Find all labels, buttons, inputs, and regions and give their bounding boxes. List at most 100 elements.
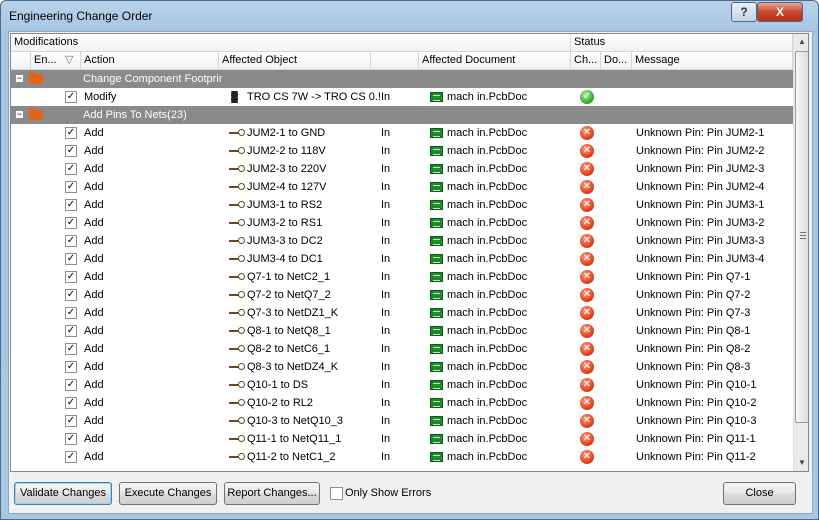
pcb-document-icon xyxy=(430,128,443,138)
only-show-errors-label[interactable]: Only Show Errors xyxy=(345,487,431,499)
message-cell: Unknown Pin: Pin JUM3-3 xyxy=(636,235,765,247)
enable-checkbox[interactable]: ✓ xyxy=(65,163,77,175)
message-cell: Unknown Pin: Pin Q7-2 xyxy=(636,289,751,301)
pin-icon xyxy=(229,345,245,352)
error-icon: ✕ xyxy=(580,270,594,284)
change-row[interactable]: ✓ Add JUM3-3 to DC2 In mach in.PcbDoc ✕ Unknow… xyxy=(11,232,793,250)
change-row[interactable]: ✓ Add JUM2-2 to 118V In mach in.PcbDoc ✕ Unkno… xyxy=(11,142,793,160)
header-done[interactable]: Do... xyxy=(601,52,632,70)
change-row[interactable]: ✓ Add Q10-1 to DS In mach in.PcbDoc ✕ Unknown … xyxy=(11,376,793,394)
affected-object-cell: Q7-2 to NetQ7_2 xyxy=(247,289,331,301)
change-row[interactable]: ✓ Add Q8-2 to NetC6_1 In mach in.PcbDoc ✕ Unkn… xyxy=(11,340,793,358)
enable-checkbox[interactable]: ✓ xyxy=(65,289,77,301)
group-row[interactable]: − Change Component Footprir xyxy=(11,70,793,88)
direction-cell: In xyxy=(381,379,391,391)
message-cell: Unknown Pin: Pin JUM3-4 xyxy=(636,253,765,265)
change-row[interactable]: ✓ Add Q7-2 to NetQ7_2 In mach in.PcbDoc ✕ Unkn… xyxy=(11,286,793,304)
enable-checkbox[interactable]: ✓ xyxy=(65,397,77,409)
change-row[interactable]: ✓ Add JUM2-3 to 220V In mach in.PcbDoc ✕ Unkno… xyxy=(11,160,793,178)
enable-checkbox[interactable]: ✓ xyxy=(65,325,77,337)
change-row[interactable]: ✓ Add JUM2-1 to GND In mach in.PcbDoc ✕ Unknow… xyxy=(11,124,793,142)
change-row[interactable]: ✓ Add Q11-1 to NetQ11_1 In mach in.PcbDoc ✕ Un… xyxy=(11,430,793,448)
scroll-up-arrow-icon[interactable]: ▲ xyxy=(794,34,808,50)
enable-checkbox[interactable]: ✓ xyxy=(65,145,77,157)
scroll-down-arrow-icon[interactable]: ▼ xyxy=(794,455,808,471)
affected-document-cell: mach in.PcbDoc xyxy=(447,145,528,157)
action-cell: Add xyxy=(84,145,104,157)
scroll-thumb[interactable] xyxy=(795,51,808,423)
title-bar[interactable]: Engineering Change Order ? X xyxy=(1,1,818,31)
change-row[interactable]: ✓ Modify TRO CS 7W -> TRO CS 0.! In mach in.… xyxy=(11,88,793,106)
enable-checkbox[interactable]: ✓ xyxy=(65,199,77,211)
enable-checkbox[interactable]: ✓ xyxy=(65,415,77,427)
change-row[interactable]: ✓ Add JUM3-2 to RS1 In mach in.PcbDoc ✕ Unknow… xyxy=(11,214,793,232)
change-row[interactable]: ✓ Add Q7-3 to NetDZ1_K In mach in.PcbDoc ✕ Unk… xyxy=(11,304,793,322)
header-action[interactable]: Action xyxy=(81,52,219,70)
action-cell: Add xyxy=(84,271,104,283)
enable-checkbox[interactable]: ✓ xyxy=(65,235,77,247)
enable-checkbox[interactable]: ✓ xyxy=(65,343,77,355)
change-row[interactable]: ✓ Add Q10-3 to NetQ10_3 In mach in.PcbDoc ✕ Un… xyxy=(11,412,793,430)
validate-changes-button[interactable]: Validate Changes xyxy=(14,482,112,505)
pin-icon xyxy=(229,219,245,226)
execute-changes-button[interactable]: Execute Changes xyxy=(119,482,217,505)
change-row[interactable]: ✓ Add Q10-2 to RL2 In mach in.PcbDoc ✕ Unknown… xyxy=(11,394,793,412)
pin-icon xyxy=(229,129,245,136)
pin-icon xyxy=(229,399,245,406)
enable-checkbox[interactable]: ✓ xyxy=(65,181,77,193)
change-row[interactable]: ✓ Add Q8-3 to NetDZ4_K In mach in.PcbDoc ✕ Unk… xyxy=(11,358,793,376)
enable-checkbox[interactable]: ✓ xyxy=(65,91,77,103)
direction-cell: In xyxy=(381,163,391,175)
affected-document-cell: mach in.PcbDoc xyxy=(447,91,528,103)
affected-object-cell: JUM3-1 to RS2 xyxy=(247,199,323,211)
action-cell: Add xyxy=(84,235,104,247)
enable-checkbox[interactable]: ✓ xyxy=(65,451,77,463)
change-row[interactable]: ✓ Add Q7-1 to NetC2_1 In mach in.PcbDoc ✕ Unkn… xyxy=(11,268,793,286)
window-close-button[interactable]: X xyxy=(757,2,803,22)
action-cell: Add xyxy=(84,433,104,445)
component-icon xyxy=(231,91,238,103)
direction-cell: In xyxy=(381,235,391,247)
enable-checkbox[interactable]: ✓ xyxy=(65,127,77,139)
collapse-toggle-icon[interactable]: − xyxy=(15,74,24,83)
change-row[interactable]: ✓ Add JUM3-1 to RS2 In mach in.PcbDoc ✕ Unknow… xyxy=(11,196,793,214)
close-button[interactable]: Close xyxy=(723,482,796,505)
filter-icon[interactable]: ▽ xyxy=(65,52,73,69)
affected-object-cell: Q7-3 to NetDZ1_K xyxy=(247,307,339,319)
change-row[interactable]: ✓ Add Q11-2 to NetC1_2 In mach in.PcbDoc ✕ Unk… xyxy=(11,448,793,466)
help-button[interactable]: ? xyxy=(731,2,757,22)
affected-document-cell: mach in.PcbDoc xyxy=(447,127,528,139)
header-check[interactable]: Ch... xyxy=(571,52,601,70)
only-show-errors-checkbox[interactable] xyxy=(330,487,343,500)
report-changes-button[interactable]: Report Changes... xyxy=(224,482,320,505)
enable-checkbox[interactable]: ✓ xyxy=(65,253,77,265)
header-affected-object[interactable]: Affected Object xyxy=(219,52,371,70)
enable-checkbox[interactable]: ✓ xyxy=(65,379,77,391)
affected-object-cell: JUM2-3 to 220V xyxy=(247,163,327,175)
header-affected-document[interactable]: Affected Document xyxy=(419,52,571,70)
enable-checkbox[interactable]: ✓ xyxy=(65,271,77,283)
enable-checkbox[interactable]: ✓ xyxy=(65,307,77,319)
header-enable[interactable]: En... ▽ xyxy=(31,52,81,70)
group-row[interactable]: − Add Pins To Nets(23) xyxy=(11,106,793,124)
message-cell: Unknown Pin: Pin Q7-1 xyxy=(636,271,751,283)
affected-object-cell: Q10-1 to DS xyxy=(247,379,309,391)
enable-checkbox[interactable]: ✓ xyxy=(65,217,77,229)
error-icon: ✕ xyxy=(580,162,594,176)
pcb-document-icon xyxy=(430,380,443,390)
header-direction[interactable] xyxy=(371,52,419,70)
pcb-document-icon xyxy=(430,290,443,300)
action-cell: Add xyxy=(84,253,104,265)
change-row[interactable]: ✓ Add Q8-1 to NetQ8_1 In mach in.PcbDoc ✕ Unkn… xyxy=(11,322,793,340)
error-icon: ✕ xyxy=(580,450,594,464)
header-message[interactable]: Message xyxy=(632,52,793,70)
enable-checkbox[interactable]: ✓ xyxy=(65,433,77,445)
pcb-document-icon xyxy=(430,218,443,228)
collapse-toggle-icon[interactable]: − xyxy=(15,110,24,119)
change-row[interactable]: ✓ Add JUM2-4 to 127V In mach in.PcbDoc ✕ Unkno… xyxy=(11,178,793,196)
action-cell: Add xyxy=(84,379,104,391)
change-row[interactable]: ✓ Add JUM3-4 to DC1 In mach in.PcbDoc ✕ Unknow… xyxy=(11,250,793,268)
enable-checkbox[interactable]: ✓ xyxy=(65,361,77,373)
action-cell: Add xyxy=(84,127,104,139)
vertical-scrollbar[interactable]: ▲ ▼ xyxy=(793,34,808,471)
